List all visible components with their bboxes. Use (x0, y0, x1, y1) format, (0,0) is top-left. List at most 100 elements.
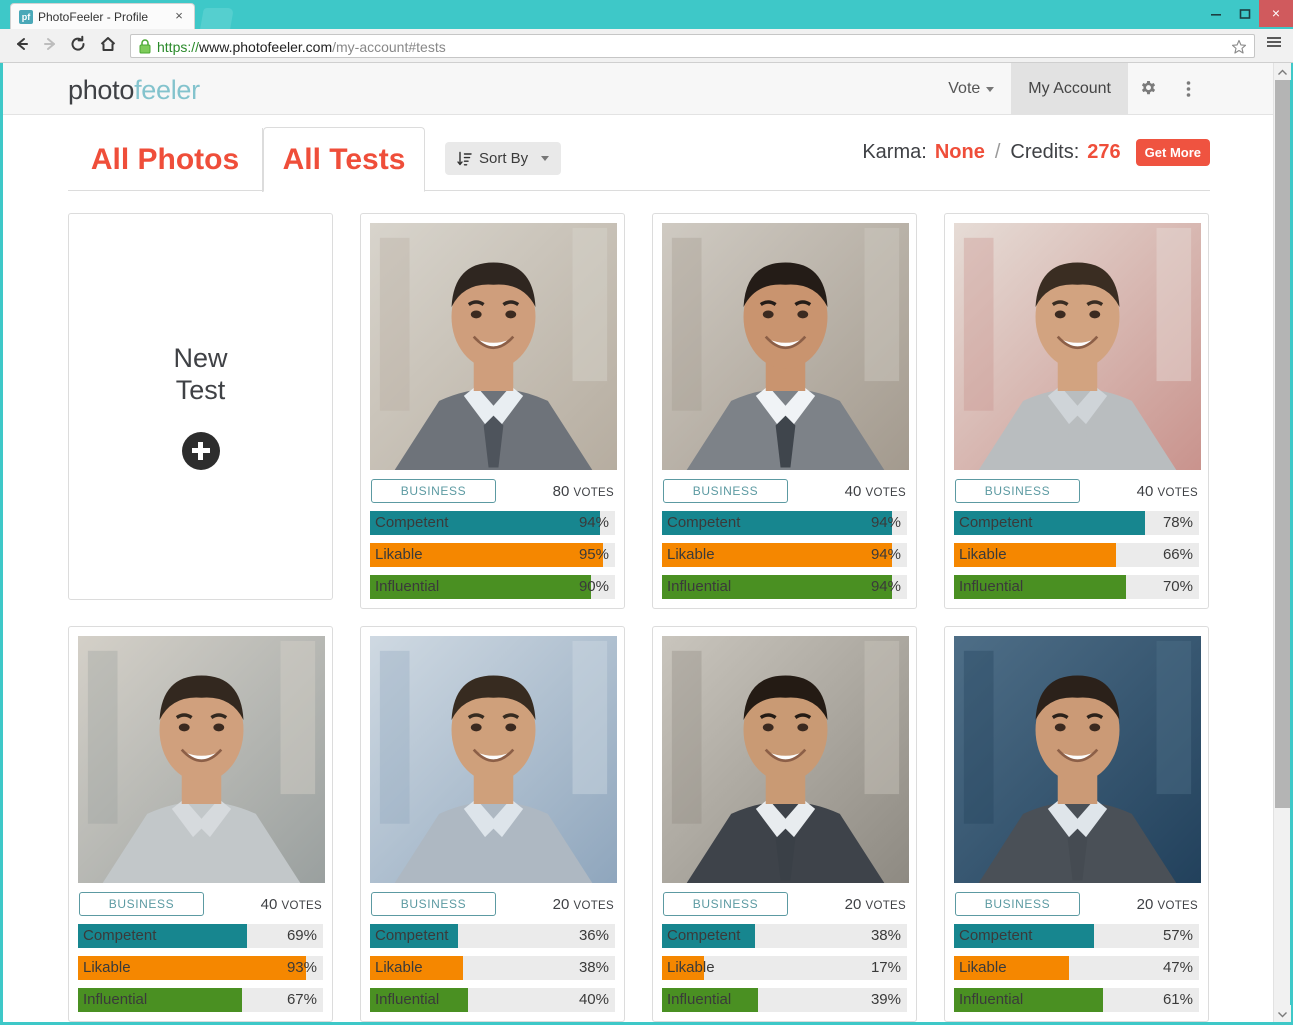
scroll-up-button[interactable] (1274, 63, 1291, 80)
url-path: /my-account#tests (332, 39, 446, 55)
score-percent: 38% (870, 927, 901, 944)
logo-part-two: feeler (134, 75, 200, 105)
category-badge[interactable]: BUSINESS (371, 892, 496, 916)
settings-button[interactable] (1128, 63, 1168, 115)
reload-icon (71, 35, 85, 51)
score-bar: Influential 39% (662, 988, 907, 1012)
maximize-button[interactable] (1230, 0, 1259, 27)
close-window-button[interactable]: × (1259, 0, 1293, 27)
sort-icon (457, 151, 472, 166)
photo-thumbnail[interactable] (370, 636, 617, 883)
score-percent: 66% (1162, 546, 1193, 563)
score-trait-label: Influential (959, 991, 1024, 1008)
nav-item-my-account[interactable]: My Account (1011, 63, 1128, 115)
test-card[interactable]: BUSINESS 40 VOTES Competent 94% Likable … (652, 213, 917, 609)
maximize-icon (1239, 9, 1250, 19)
url-bar[interactable]: https://www.photofeeler.com/my-account#t… (130, 34, 1255, 58)
score-trait-label: Competent (375, 514, 449, 531)
browser-window: pf PhotoFeeler - Profile × × https://www… (0, 0, 1293, 1025)
score-bar: Influential 70% (954, 575, 1199, 599)
get-more-button[interactable]: Get More (1135, 139, 1210, 166)
scroll-down-button[interactable] (1274, 1005, 1291, 1022)
hamburger-menu-icon[interactable] (1263, 35, 1285, 57)
score-percent: 70% (1162, 578, 1193, 595)
back-button[interactable] (10, 35, 34, 57)
category-badge[interactable]: BUSINESS (955, 479, 1080, 503)
category-badge[interactable]: BUSINESS (663, 479, 788, 503)
forward-arrow-icon (44, 38, 55, 50)
new-test-line2: Test (175, 374, 226, 405)
new-test-card[interactable]: New Test (68, 213, 333, 600)
tab-all-photos[interactable]: All Photos (68, 128, 263, 192)
reload-button[interactable] (66, 35, 90, 57)
photo-illustration (662, 223, 909, 470)
site-logo[interactable]: photofeeler (68, 75, 200, 106)
score-percent: 94% (578, 514, 609, 531)
browser-toolbar: https://www.photofeeler.com/my-account#t… (0, 29, 1293, 63)
category-badge[interactable]: BUSINESS (955, 892, 1080, 916)
score-trait-label: Competent (959, 514, 1033, 531)
karma-label: Karma: (862, 141, 927, 163)
score-trait-label: Likable (375, 546, 423, 563)
test-card[interactable]: BUSINESS 40 VOTES Competent 69% Likable … (68, 626, 333, 1022)
more-options-button[interactable] (1168, 63, 1208, 115)
score-percent: 61% (1162, 991, 1193, 1008)
score-trait-label: Likable (375, 959, 423, 976)
plus-circle-icon[interactable] (181, 431, 220, 470)
credits-label: Credits: (1010, 141, 1080, 163)
browser-tab[interactable]: pf PhotoFeeler - Profile × (10, 3, 195, 29)
score-percent: 69% (286, 927, 317, 944)
photo-illustration (78, 636, 325, 883)
header-nav: Vote My Account (931, 63, 1208, 115)
score-trait-label: Influential (667, 991, 732, 1008)
url-scheme: https:// (157, 39, 200, 55)
test-card[interactable]: BUSINESS 20 VOTES Competent 57% Likable … (944, 626, 1209, 1022)
photo-illustration (954, 636, 1201, 883)
category-badge[interactable]: BUSINESS (79, 892, 204, 916)
test-card[interactable]: BUSINESS 80 VOTES Competent 94% Likable … (360, 213, 625, 609)
photo-thumbnail[interactable] (370, 223, 617, 470)
sort-by-label: Sort By (479, 150, 529, 167)
new-test-label: New Test (173, 343, 227, 405)
tab-all-photos-label: All Photos (90, 143, 240, 176)
score-trait-label: Influential (375, 991, 440, 1008)
card-meta: BUSINESS 20 VOTES (662, 892, 907, 916)
score-percent: 39% (870, 991, 901, 1008)
new-test-line1: New (173, 343, 228, 374)
score-percent: 90% (578, 578, 609, 595)
tab-all-tests[interactable]: All Tests (263, 127, 425, 192)
photo-thumbnail[interactable] (662, 636, 909, 883)
home-button[interactable] (96, 35, 120, 57)
photo-illustration (370, 223, 617, 470)
score-trait-label: Competent (667, 927, 741, 944)
favicon: pf (19, 10, 33, 24)
vote-count: 40 VOTES (260, 895, 322, 913)
forward-button[interactable] (38, 35, 62, 57)
test-card[interactable]: BUSINESS 20 VOTES Competent 36% Likable … (360, 626, 625, 1022)
scrollbar-thumb[interactable] (1275, 80, 1290, 808)
score-bar: Influential 67% (78, 988, 323, 1012)
sort-by-button[interactable]: Sort By (445, 142, 562, 175)
photo-illustration (954, 223, 1201, 470)
photo-illustration (370, 636, 617, 883)
vote-count: 20 VOTES (1136, 895, 1198, 913)
minimize-button[interactable] (1201, 0, 1230, 27)
photo-thumbnail[interactable] (662, 223, 909, 470)
card-meta: BUSINESS 80 VOTES (370, 479, 615, 503)
score-bar: Likable 95% (370, 543, 615, 567)
score-bar: Likable 94% (662, 543, 907, 567)
vertical-scrollbar[interactable] (1273, 63, 1291, 1022)
photo-thumbnail[interactable] (954, 223, 1201, 470)
photo-thumbnail[interactable] (954, 636, 1201, 883)
test-card[interactable]: BUSINESS 40 VOTES Competent 78% Likable … (944, 213, 1209, 609)
photo-thumbnail[interactable] (78, 636, 325, 883)
nav-item-vote[interactable]: Vote (931, 63, 1011, 115)
close-tab-icon[interactable]: × (172, 9, 186, 23)
test-card[interactable]: BUSINESS 20 VOTES Competent 38% Likable … (652, 626, 917, 1022)
new-tab-button[interactable] (200, 8, 234, 29)
bookmark-star-icon[interactable] (1231, 39, 1247, 55)
score-bar: Likable 66% (954, 543, 1199, 567)
score-trait-label: Influential (959, 578, 1024, 595)
category-badge[interactable]: BUSINESS (663, 892, 788, 916)
category-badge[interactable]: BUSINESS (371, 479, 496, 503)
